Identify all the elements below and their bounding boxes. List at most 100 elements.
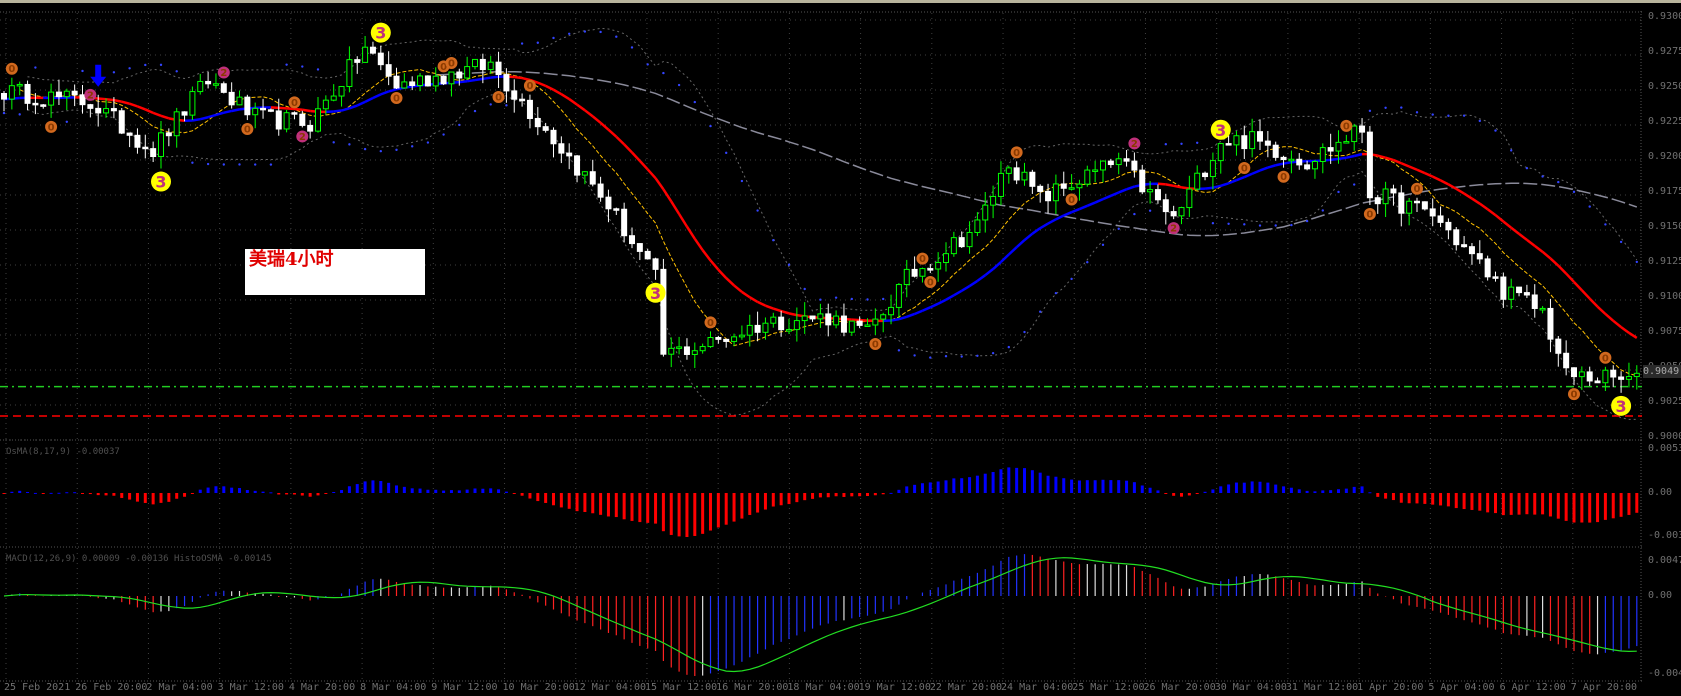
bear-candle [1123,158,1130,162]
osc-histogram-bar [599,493,603,515]
osc-histogram-bar [88,493,92,495]
bear-candle [558,143,565,154]
osc-histogram-bar [316,493,320,496]
osc-histogram-bar [395,485,398,493]
bear-candle [1045,190,1052,202]
trailing-stop-dot [772,239,775,242]
trend-ma-segment [1353,152,1363,158]
trailing-stop-dot [1274,224,1277,227]
trailing-stop-dot [1353,183,1356,186]
bull-candle [974,219,981,233]
time-tick-label: 10 Mar 20:00 [502,682,575,693]
signal-marker-label: 2 [1131,139,1138,150]
bear-candle [1013,167,1020,181]
bear-candle [1304,164,1311,170]
osc-histogram-bar [866,493,869,497]
osc-histogram-bar [49,492,53,494]
trend-ma-segment [388,88,397,93]
trend-ma-segment [976,274,986,282]
trailing-stop-dot [206,162,210,166]
osc-histogram-bar [363,481,367,493]
osc-histogram-bar [1117,480,1121,493]
signal-marker-label: 0 [919,254,926,265]
trailing-stop-dot [646,63,649,66]
bear-candle [1618,376,1625,380]
osc-histogram-bar [379,481,383,493]
bear-candle [299,113,306,126]
osc-histogram-bar [1077,480,1081,493]
price-chart[interactable]: 00232002300 000300000022300000003 [0,3,1642,693]
osc-tick-label: 0.00 [1648,487,1673,498]
bear-candle [723,338,730,342]
bear-candle [134,134,141,148]
signal-marker-label: 3 [1215,121,1226,140]
osc-histogram-bar [1187,493,1191,496]
trailing-stop-dot [897,349,901,352]
trailing-stop-dot [426,141,430,144]
trailing-stop-dot [222,163,225,166]
osc-histogram-bar [787,493,791,505]
trailing-stop-dot [976,354,979,357]
osc-histogram-bar [1627,493,1631,515]
bull-candle [699,346,706,352]
bull-candle [283,112,290,130]
trailing-stop-dot [599,30,602,34]
trend-ma-segment [584,109,594,118]
signal-marker-label: 2 [1170,224,1177,235]
trend-ma-segment [788,312,798,317]
osc-histogram-bar [1282,486,1286,493]
signal-marker-label: 0 [1571,390,1578,401]
osc-histogram-bar [1564,493,1568,521]
osc-histogram-bar [1556,493,1560,519]
bull-candle [197,80,204,93]
trend-ma-segment [623,143,633,154]
bear-candle [1139,169,1146,193]
bear-candle [79,94,86,106]
osc-histogram-bar [567,493,571,509]
bear-candle [1414,200,1420,204]
bull-candle [1351,125,1358,143]
osc-histogram-bar [1093,480,1097,493]
bear-candle [1107,160,1114,166]
trailing-stop-dot [1070,277,1073,281]
trailing-stop-dot [1462,114,1466,117]
trend-ma-segment [380,90,390,96]
trend-ma-segment [1228,178,1237,185]
trend-ma-segment [1023,232,1034,242]
osc-histogram-bar [520,493,524,496]
osc-histogram-bar [826,493,830,498]
osc-histogram-bar [544,493,548,503]
bear-candle [205,80,212,85]
bull-candle [668,347,675,355]
osc-histogram-bar [1038,472,1042,493]
trailing-stop-dot [1211,222,1215,225]
bear-candle [1131,160,1138,171]
trailing-stop-dot [144,63,147,67]
bull-candle [1539,307,1546,311]
osc-histogram-bar [457,490,461,493]
trend-ma-segment [1533,244,1544,253]
bear-candle [542,126,549,131]
osc-histogram-bar [1219,486,1223,493]
bear-candle [479,58,486,71]
bull-candle [903,268,910,286]
bull-candle [1508,286,1515,300]
trend-ma-segment [302,108,311,113]
trailing-stop-dot [520,42,524,45]
bear-candle [1445,221,1452,231]
osc-histogram-bar [292,493,296,495]
bear-candle [150,148,157,158]
bear-candle [1610,369,1617,378]
osc-histogram-bar [410,488,414,493]
trend-ma-segment [545,84,555,91]
osc-histogram-bar [803,493,807,501]
chart-annotation-text[interactable]: 美瑞4小时 [245,249,425,295]
bull-candle [1343,141,1350,144]
trend-ma-segment [1071,207,1080,214]
bull-candle [1319,147,1326,163]
bull-candle [362,46,369,63]
bull-candle [738,334,745,338]
trailing-stop-dot [1305,219,1309,223]
trailing-stop-dot [882,297,885,301]
osc-histogram-bar [65,492,69,494]
